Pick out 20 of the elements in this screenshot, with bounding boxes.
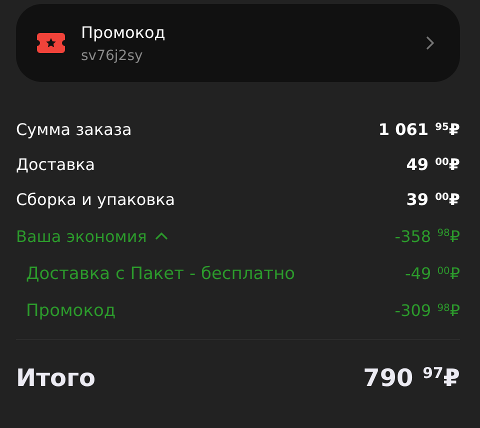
- chevron-up-icon[interactable]: [154, 232, 168, 240]
- total-amount: 790 $^{97}$₽: [363, 364, 460, 392]
- line-amount: 1 061 $^{95}$₽: [378, 120, 460, 139]
- promo-title: Промокод: [81, 22, 166, 42]
- line-label: Сумма заказа: [16, 120, 132, 139]
- total-label: Итого: [16, 364, 96, 392]
- line-amount: -358 $^{98}$₽: [394, 226, 460, 246]
- line-amount: -309 $^{98}$₽: [394, 301, 460, 320]
- savings-label[interactable]: Ваша экономия: [16, 226, 147, 246]
- savings-label: Промокод: [26, 300, 116, 320]
- line-amount: 39 $^{00}$₽: [406, 190, 460, 209]
- chevron-right-icon: [426, 36, 434, 50]
- promo-code-card[interactable]: Промокод sv76j2sy: [16, 4, 460, 82]
- line-amount: -49 $^{00}$₽: [404, 264, 460, 283]
- savings-label: Доставка с Пакет - бесплатно: [26, 264, 296, 284]
- line-label: Сборка и упаковка: [16, 190, 176, 209]
- line-amount: 49 $^{00}$₽: [406, 155, 460, 174]
- promo-code: sv76j2sy: [81, 48, 144, 64]
- ticket-icon: [37, 33, 65, 53]
- line-label: Доставка: [16, 155, 96, 174]
